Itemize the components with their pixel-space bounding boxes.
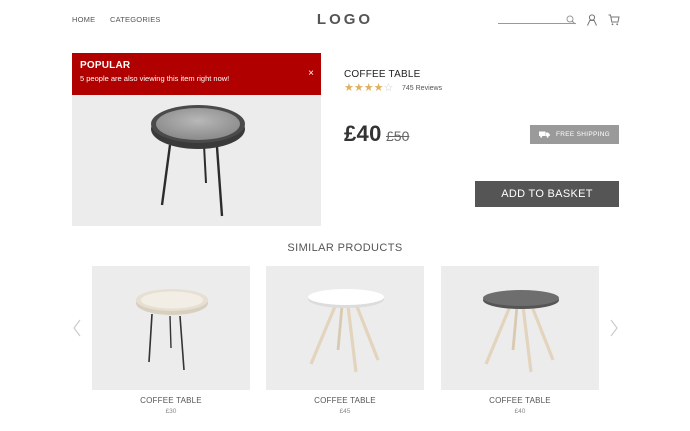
product-thumbnail: [483, 290, 559, 373]
similar-product-name[interactable]: COFFEE TABLE: [266, 396, 424, 405]
close-icon[interactable]: ×: [308, 68, 314, 79]
popular-title: POPULAR: [80, 60, 131, 71]
similar-product-name[interactable]: COFFEE TABLE: [92, 396, 250, 405]
star-icon: ★: [373, 82, 384, 94]
truck-icon: [538, 131, 550, 138]
similar-product-price: £30: [165, 408, 177, 415]
user-icon[interactable]: [586, 14, 598, 26]
chevron-left-icon[interactable]: [72, 318, 82, 338]
similar-products-heading: SIMILAR PRODUCTS: [287, 242, 403, 254]
add-to-basket-button[interactable]: ADD TO BASKET: [475, 181, 619, 207]
similar-product-card[interactable]: [441, 266, 599, 390]
free-shipping-badge: FREE SHIPPING: [530, 125, 619, 144]
product-thumbnail: [136, 289, 208, 371]
similar-product-card[interactable]: [92, 266, 250, 390]
star-outline-icon: ☆: [383, 82, 394, 94]
similar-product-price: £40: [514, 408, 526, 415]
rating-stars: ★ ★ ★ ★ ☆: [344, 83, 393, 94]
chevron-right-icon[interactable]: [609, 318, 619, 338]
current-price: £40: [344, 121, 382, 146]
cart-icon[interactable]: [608, 14, 620, 26]
star-icon: ★: [353, 82, 364, 94]
star-icon: ★: [363, 82, 374, 94]
product-thumbnail: [308, 289, 384, 373]
free-shipping-label: FREE SHIPPING: [555, 131, 611, 138]
popular-banner: POPULAR 5 people are also viewing this i…: [72, 53, 321, 95]
popular-message: 5 people are also viewing this item righ…: [80, 74, 230, 83]
product-title: COFFEE TABLE: [344, 69, 421, 80]
star-icon: ★: [344, 82, 354, 94]
similar-product-price: £45: [339, 408, 351, 415]
search-icon[interactable]: [566, 15, 576, 25]
old-price: £50: [386, 128, 410, 144]
similar-product-card[interactable]: [266, 266, 424, 390]
search-input[interactable]: [498, 14, 576, 24]
similar-product-name[interactable]: COFFEE TABLE: [441, 396, 599, 405]
review-count[interactable]: 745 Reviews: [402, 85, 442, 92]
